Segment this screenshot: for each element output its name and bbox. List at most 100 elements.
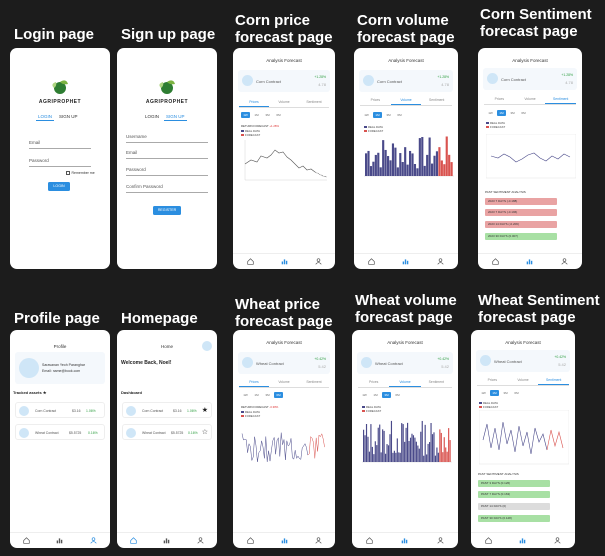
tf-1m[interactable]: 1M [373, 112, 382, 118]
volume-bar [426, 154, 429, 176]
tf-6m[interactable]: 6M [512, 390, 521, 396]
profile-icon[interactable] [197, 537, 204, 544]
home-icon[interactable] [246, 537, 254, 544]
home-icon[interactable] [130, 537, 137, 544]
return-value: +1.28% [269, 124, 279, 128]
tf-1w[interactable]: 1W [241, 392, 250, 398]
tf-6m[interactable]: 6M [395, 112, 404, 118]
tf-6m[interactable]: 6M [274, 392, 283, 398]
screen-title: Analysis Forecast [266, 340, 302, 345]
volume-bar [423, 165, 426, 176]
tf-1m[interactable]: 1M [371, 392, 380, 398]
password-field[interactable]: Password [126, 167, 208, 176]
tab-login[interactable]: LOGIN [143, 114, 161, 121]
confirm-password-field[interactable]: Confirm Password [126, 184, 208, 193]
remember-checkbox[interactable] [66, 171, 70, 175]
profile-icon[interactable] [437, 258, 444, 265]
home-icon[interactable] [368, 258, 375, 265]
tab-volume[interactable]: Volume [389, 380, 421, 387]
profile-icon[interactable] [90, 537, 97, 544]
chart-icon[interactable] [519, 537, 526, 544]
tf-3m[interactable]: 3M [508, 110, 517, 116]
list-item[interactable]: Wheat Contract $5.5725 0.16% ☆ [122, 424, 212, 440]
tab-volume[interactable]: Volume [269, 380, 299, 387]
tf-3m[interactable]: 3M [384, 112, 393, 118]
tab-prices[interactable]: Prices [239, 380, 269, 387]
tab-sentiment[interactable]: Sentiment [299, 100, 329, 107]
tf-1w[interactable]: 1W [486, 110, 495, 116]
list-item[interactable]: Corn Contract $3.16 1.06% ★ [122, 402, 212, 418]
tab-prices[interactable]: Prices [358, 380, 389, 387]
tab-login[interactable]: LOGIN [36, 114, 55, 121]
tab-prices[interactable]: Prices [360, 98, 391, 105]
tf-1m[interactable]: 1M [490, 390, 499, 396]
sentiment-item: 2023 14 DAYS (-0.206) [485, 221, 557, 228]
star-outline-icon[interactable]: ☆ [202, 428, 208, 436]
star-icon[interactable]: ★ [202, 406, 208, 414]
tf-1m[interactable]: 1M [252, 392, 261, 398]
asset-card: Corn Contract +1.28% 4.78 [359, 70, 453, 92]
timeframe-selector: 1W 1M 3M 6M [241, 392, 283, 398]
tab-signup[interactable]: SIGN UP [57, 114, 80, 121]
profile-icon[interactable] [554, 537, 561, 544]
volume-bar [443, 437, 445, 462]
tab-sentiment[interactable]: Sentiment [299, 380, 329, 387]
home-icon[interactable] [246, 258, 254, 265]
chart-icon[interactable] [402, 258, 409, 265]
tf-1w[interactable]: 1W [241, 112, 250, 118]
tf-1m[interactable]: 1M [497, 110, 506, 116]
tab-prices[interactable]: Prices [484, 97, 515, 104]
password-field[interactable]: Password [29, 158, 91, 167]
profile-icon[interactable] [314, 537, 322, 544]
tab-sentiment[interactable]: Sentiment [538, 378, 570, 385]
chart-icon[interactable] [401, 537, 408, 544]
tab-signup[interactable]: SIGN UP [164, 114, 187, 121]
tf-3m[interactable]: 3M [263, 112, 272, 118]
tab-volume[interactable]: Volume [508, 378, 539, 385]
chart-icon[interactable] [281, 537, 288, 544]
tf-3m[interactable]: 3M [501, 390, 510, 396]
remember-row[interactable]: Remember me [66, 171, 95, 175]
tf-3m[interactable]: 3M [382, 392, 391, 398]
asset-avatar [242, 75, 253, 86]
tab-sentiment[interactable]: Sentiment [421, 380, 452, 387]
home-icon[interactable] [366, 537, 373, 544]
tf-1w[interactable]: 1W [362, 112, 371, 118]
volume-bar [382, 429, 384, 462]
tab-sentiment[interactable]: Sentiment [545, 97, 577, 104]
tf-1w[interactable]: 1W [360, 392, 369, 398]
tab-volume[interactable]: Volume [269, 100, 299, 107]
tab-sentiment[interactable]: Sentiment [421, 98, 452, 105]
username-field[interactable]: Username [126, 134, 208, 143]
email-field[interactable]: Email [126, 150, 208, 159]
profile-icon[interactable] [314, 258, 322, 265]
tf-6m[interactable]: 6M [274, 112, 283, 118]
tf-1w[interactable]: 1W [479, 390, 488, 396]
tab-volume[interactable]: Volume [515, 97, 546, 104]
tab-prices[interactable]: Prices [477, 378, 508, 385]
list-item[interactable]: Wheat Contract $5.5725 0.16% [15, 424, 105, 440]
email-field[interactable]: Email [29, 140, 91, 149]
home-icon[interactable] [23, 537, 30, 544]
chart-icon[interactable] [526, 258, 533, 265]
avatar[interactable] [202, 341, 212, 351]
home-icon[interactable] [492, 258, 499, 265]
remember-label: Remember me [71, 171, 95, 175]
volume-bar [374, 154, 377, 176]
asset-change: +0.42% [554, 355, 566, 359]
chart-icon[interactable] [56, 537, 63, 544]
tf-6m[interactable]: 6M [393, 392, 402, 398]
tf-1m[interactable]: 1M [252, 112, 261, 118]
tab-prices[interactable]: Prices [239, 100, 269, 107]
tab-volume[interactable]: Volume [390, 98, 422, 105]
home-icon[interactable] [485, 537, 492, 544]
profile-icon[interactable] [561, 258, 568, 265]
chart-icon[interactable] [281, 258, 288, 265]
chart-icon[interactable] [163, 537, 170, 544]
profile-icon[interactable] [437, 537, 444, 544]
tf-6m[interactable]: 6M [519, 110, 528, 116]
tf-3m[interactable]: 3M [263, 392, 272, 398]
login-button[interactable]: LOGIN [48, 182, 70, 191]
register-button[interactable]: REGISTER [153, 206, 181, 215]
list-item[interactable]: Corn Contract $3.16 1.06% [15, 402, 105, 418]
